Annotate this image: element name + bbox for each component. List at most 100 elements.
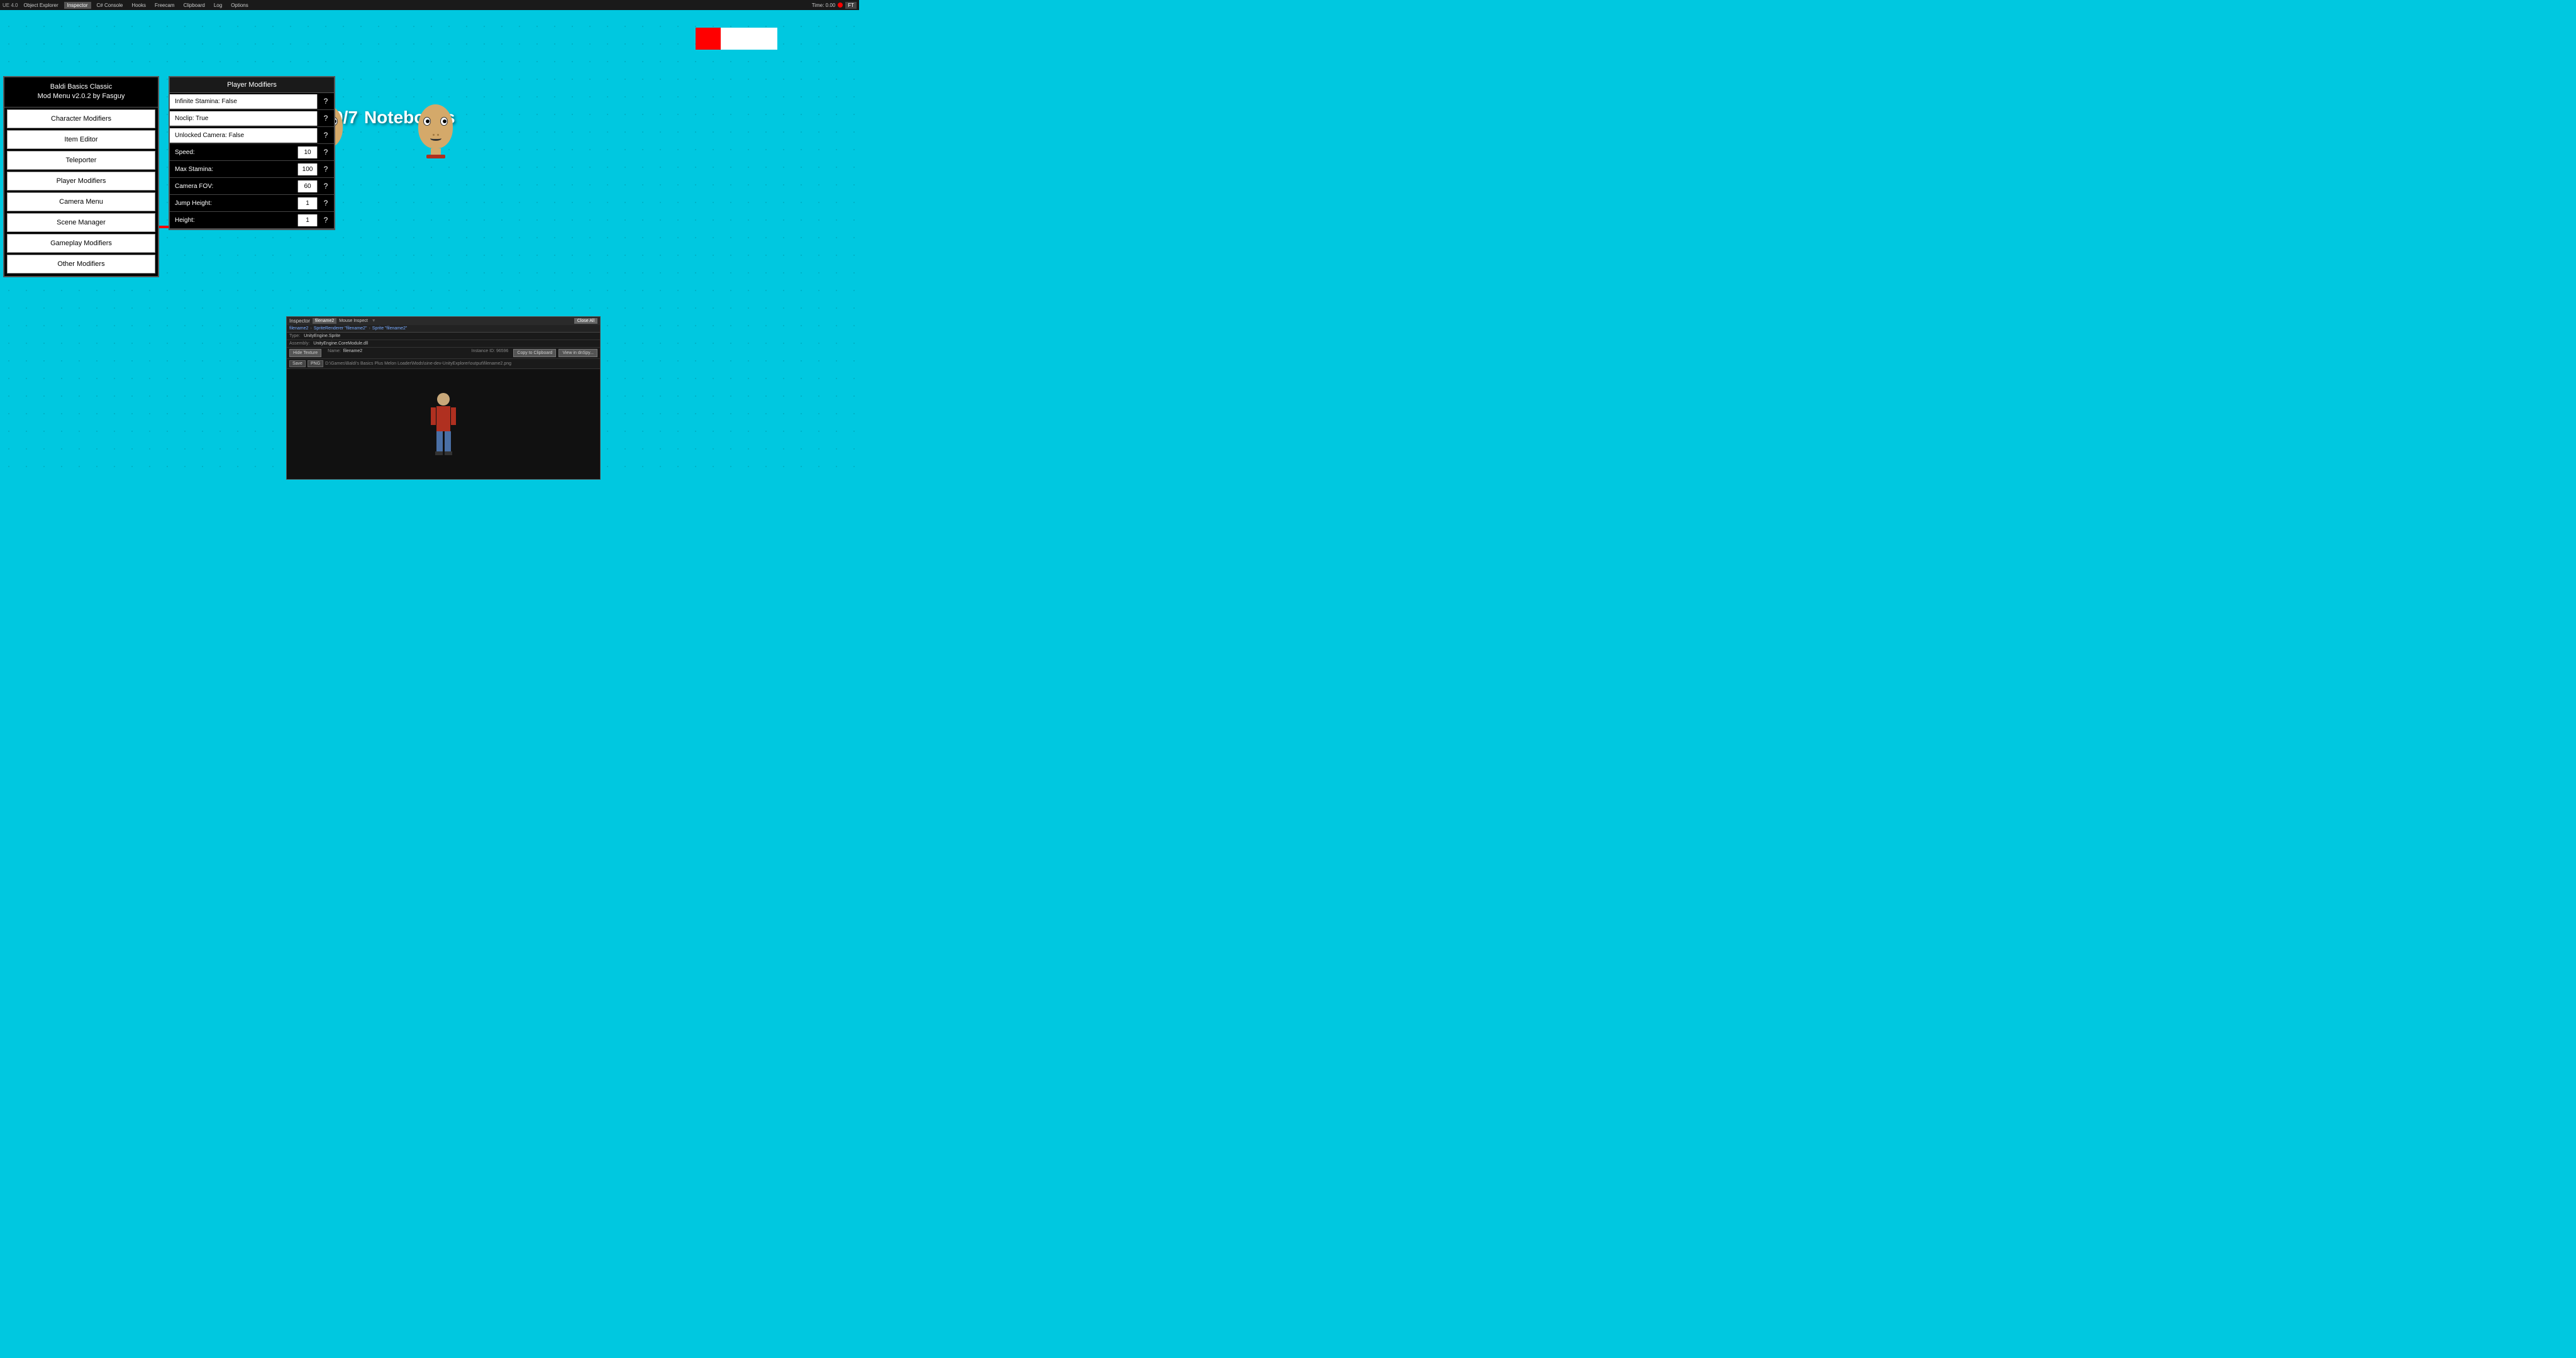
inspector-tab-active[interactable]: filename2 (313, 318, 336, 324)
assembly-value: UnityEngine.CoreModule.dll (313, 341, 368, 346)
save-format[interactable]: PNG (308, 360, 323, 367)
breadcrumb-item-2[interactable]: SpriteRenderer "filename2" (314, 326, 367, 331)
help-jump-height[interactable]: ? (318, 195, 334, 211)
toggle-infinite-stamina[interactable]: Infinite Stamina: False (170, 94, 318, 109)
view-in-dnspy-button[interactable]: View in dnSpy... (558, 349, 597, 357)
help-camera-fov[interactable]: ? (318, 178, 334, 194)
value-max-stamina[interactable]: 100 (297, 163, 318, 175)
char-upper-body (431, 406, 456, 431)
label-jump-height: Jump Height: (170, 196, 297, 211)
char-head (437, 393, 450, 406)
value-row-height: Height: 1 ? (170, 212, 334, 229)
menu-item-item-editor[interactable]: Item Editor (7, 130, 155, 149)
value-speed[interactable]: 10 (297, 146, 318, 158)
player-modifiers-title: Player Modifiers (170, 77, 334, 93)
main-menu-title-line1: Baldi Basics Classic (7, 82, 155, 92)
tab-freecam[interactable]: Freecam (152, 2, 178, 9)
main-menu: Baldi Basics Classic Mod Menu v2.0.2 by … (3, 76, 159, 277)
inspector-panel: Inspector filename2 Mouse Inspect ▼ Clos… (286, 316, 601, 480)
value-jump-height[interactable]: 1 (297, 197, 318, 209)
assembly-label: Assembly: (289, 341, 309, 346)
top-toolbar: UE 4.0 Object Explorer Inspector C# Cons… (0, 0, 859, 10)
hide-texture-button[interactable]: Hide Texture (289, 349, 321, 357)
help-unlocked-camera[interactable]: ? (318, 127, 334, 143)
name-value: filename2 (343, 349, 362, 357)
menu-item-player-modifiers[interactable]: Player Modifiers (7, 172, 155, 190)
menu-item-other-modifiers[interactable]: Other Modifiers (7, 255, 155, 273)
value-row-camera-fov: Camera FOV: 60 ? (170, 178, 334, 195)
inspector-breadcrumb: filename2 › SpriteRenderer "filename2" ›… (287, 325, 600, 333)
game-area: 0/7 Notebooks (0, 10, 859, 483)
menu-item-character-modifiers[interactable]: Character Modifiers (7, 109, 155, 128)
toolbar-version: UE 4.0 (3, 3, 18, 8)
tab-inspector[interactable]: Inspector (64, 2, 91, 9)
toolbar-time: Time: 0.00 (812, 3, 836, 8)
char-shoe-right (445, 451, 452, 455)
flag-red (696, 28, 721, 50)
record-indicator (838, 3, 843, 8)
tab-csharp-console[interactable]: C# Console (94, 2, 126, 9)
char-arm-left (431, 407, 436, 425)
label-camera-fov: Camera FOV: (170, 179, 297, 194)
inspector-actions: Hide Texture Name: filename2 Instance ID… (287, 348, 600, 359)
value-row-max-stamina: Max Stamina: 100 ? (170, 161, 334, 178)
baldi-pupil-right-2 (443, 119, 447, 123)
menu-item-gameplay-modifiers[interactable]: Gameplay Modifiers (7, 234, 155, 253)
toggle-row-noclip: Noclip: True ? (170, 110, 334, 127)
tab-options[interactable]: Options (228, 2, 252, 9)
close-all-button[interactable]: Close All (574, 318, 597, 324)
breadcrumb-item-3[interactable]: Sprite "filename2" (372, 326, 408, 331)
char-leg-right (445, 431, 451, 451)
value-row-jump-height: Jump Height: 1 ? (170, 195, 334, 212)
char-shoes (435, 451, 452, 455)
frametime-indicator: FT (845, 2, 857, 9)
toggle-row-unlocked-camera: Unlocked Camera: False ? (170, 127, 334, 144)
inspector-save-row: Save PNG D:\Games\Baldi's Basics Plus Me… (287, 359, 600, 369)
help-infinite-stamina[interactable]: ? (318, 93, 334, 109)
tab-log[interactable]: Log (211, 2, 225, 9)
help-noclip[interactable]: ? (318, 110, 334, 126)
instance-id-value: 96596 (496, 349, 508, 353)
tab-clipboard[interactable]: Clipboard (180, 2, 208, 9)
breadcrumb-item-1[interactable]: filename2 (289, 326, 308, 331)
value-row-speed: Speed: 10 ? (170, 144, 334, 161)
char-body (436, 406, 450, 431)
baldi-eye-left-2 (423, 117, 431, 126)
tab-hooks[interactable]: Hooks (128, 2, 149, 9)
type-value: UnityEngine.Sprite (304, 334, 340, 338)
flag-display (696, 28, 777, 50)
menu-item-camera-menu[interactable]: Camera Menu (7, 192, 155, 211)
baldi-collar-2 (426, 155, 445, 158)
toggle-unlocked-camera[interactable]: Unlocked Camera: False (170, 128, 318, 143)
char-torso-area (431, 406, 456, 455)
type-label: Type: (289, 334, 300, 338)
menu-item-scene-manager[interactable]: Scene Manager (7, 213, 155, 232)
label-speed: Speed: (170, 145, 297, 160)
flag-white (721, 28, 777, 50)
mouse-inspect-label[interactable]: Mouse Inspect (339, 319, 368, 323)
char-legs (436, 431, 451, 451)
char-arm-right (451, 407, 456, 425)
char-leg-left (436, 431, 443, 451)
value-camera-fov[interactable]: 60 (297, 180, 318, 192)
player-modifiers-panel: Player Modifiers Infinite Stamina: False… (169, 76, 335, 230)
copy-to-clipboard-button[interactable]: Copy to Clipboard (513, 349, 556, 357)
baldi-eye-right-2 (440, 117, 448, 126)
label-height: Height: (170, 213, 297, 228)
main-menu-title-line2: Mod Menu v2.0.2 by Fasguy (7, 92, 155, 101)
inspector-header: Inspector filename2 Mouse Inspect ▼ Clos… (287, 317, 600, 325)
value-height[interactable]: 1 (297, 214, 318, 226)
baldi-mouth-2 (430, 136, 441, 141)
main-menu-title: Baldi Basics Classic Mod Menu v2.0.2 by … (4, 77, 158, 108)
inspector-title: Inspector (289, 318, 310, 324)
name-label: Name: (328, 349, 341, 357)
help-height[interactable]: ? (318, 212, 334, 228)
help-speed[interactable]: ? (318, 144, 334, 160)
inspector-preview (287, 369, 600, 479)
toggle-noclip[interactable]: Noclip: True (170, 111, 318, 126)
inspector-assembly-row: Assembly: UnityEngine.CoreModule.dll (287, 340, 600, 348)
help-max-stamina[interactable]: ? (318, 161, 334, 177)
menu-item-teleporter[interactable]: Teleporter (7, 151, 155, 170)
save-button[interactable]: Save (289, 360, 306, 367)
tab-object-explorer[interactable]: Object Explorer (20, 2, 61, 9)
